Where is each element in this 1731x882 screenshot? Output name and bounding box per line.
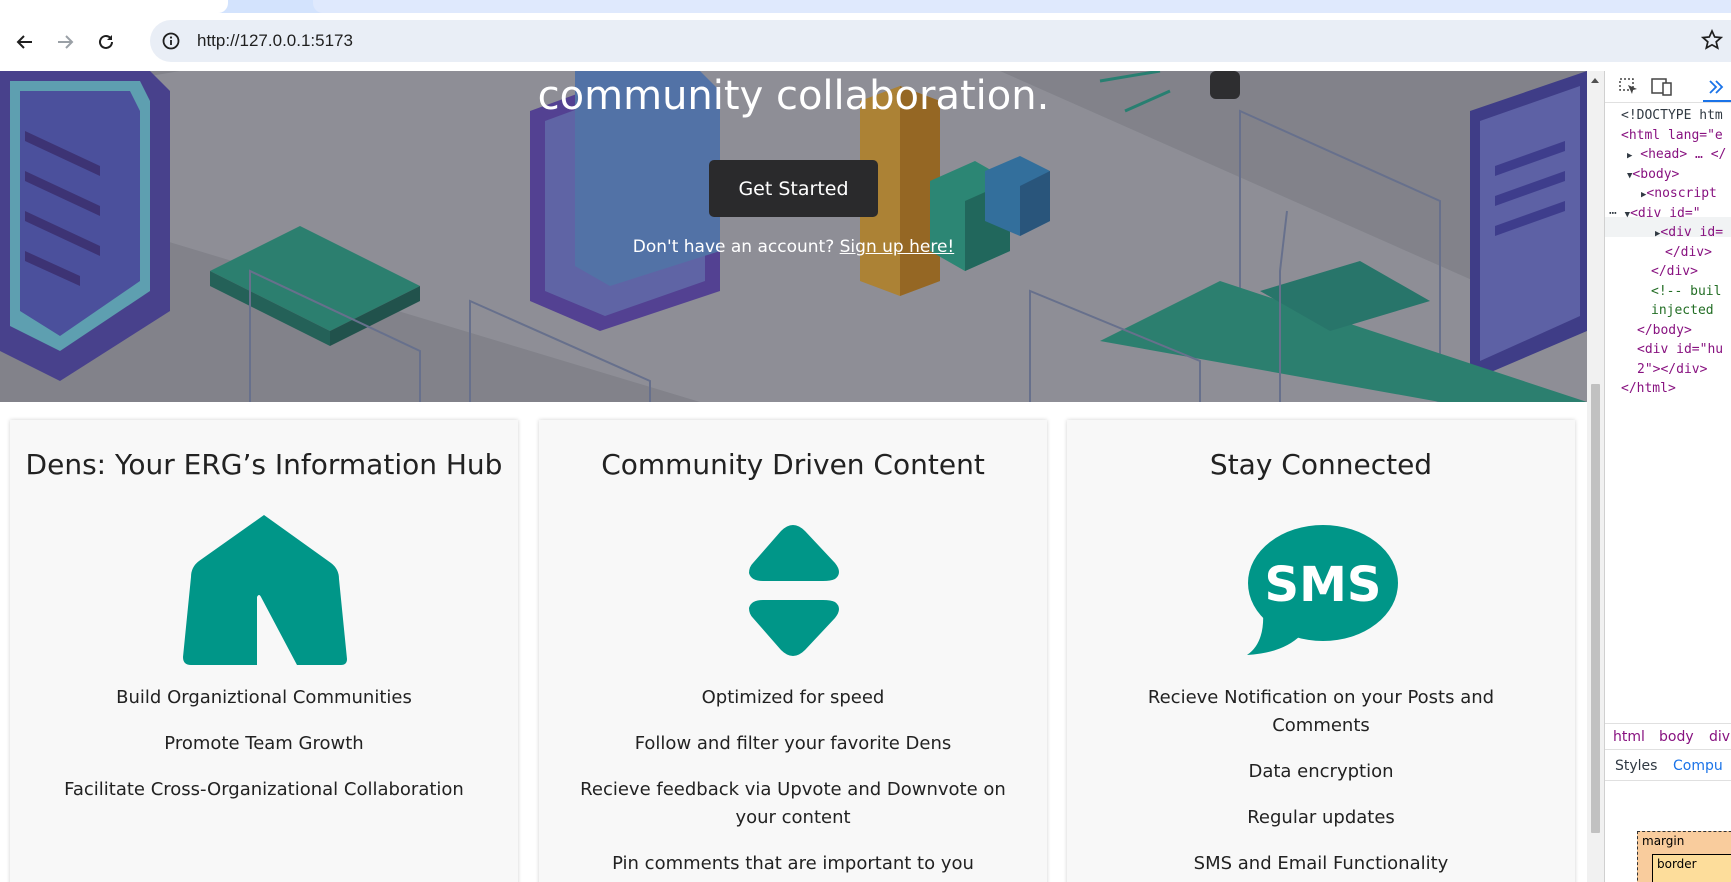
page-viewport: community collaboration. Get Started Don… <box>0 71 1587 882</box>
inspect-element-icon[interactable] <box>1619 78 1639 96</box>
reload-icon <box>99 34 113 49</box>
dom-node[interactable]: 2"></div> <box>1637 362 1707 377</box>
list-item: Follow and filter your favorite Dens <box>634 733 952 754</box>
url-text[interactable]: http://127.0.0.1:5173 <box>197 31 353 51</box>
list-item: Build Organiztional Communities <box>116 687 412 708</box>
sms-label: SMS <box>1265 557 1382 613</box>
card-feature-list: Optimized for speed Follow and filter yo… <box>539 684 1047 882</box>
scroll-up-arrow-icon[interactable] <box>1591 78 1599 83</box>
border-box: border <box>1652 854 1731 882</box>
box-model-diagram: margin border <box>1637 831 1731 882</box>
card-title: Dens: Your ERG’s Information Hub <box>25 448 503 481</box>
list-item: Regular updates <box>1247 807 1395 828</box>
reload-button[interactable] <box>93 29 119 55</box>
ellipsis-icon[interactable]: ⋯ <box>1609 206 1617 221</box>
card-feature-list: Build Organiztional Communities Promote … <box>10 684 518 822</box>
signup-prompt: Don't have an account? <box>632 237 835 257</box>
dom-node[interactable]: ▶<div id= <box>1655 225 1723 240</box>
expand-triangle-icon[interactable]: ▶ <box>1627 151 1632 161</box>
devtools-subtabs: Styles Compu <box>1605 751 1731 781</box>
dom-node[interactable]: <div id="hu <box>1637 342 1723 357</box>
page-scrollbar[interactable] <box>1587 71 1604 882</box>
signup-line: Don't have an account? Sign up here! <box>0 237 1587 257</box>
feature-cards: Dens: Your ERG’s Information Hub Build O… <box>0 420 1587 882</box>
dom-node[interactable]: </div> <box>1651 264 1698 279</box>
list-item: Facilitate Cross-Organizational Collabor… <box>64 779 464 800</box>
tab-strip <box>0 0 1731 13</box>
get-started-button[interactable]: Get Started <box>709 160 878 217</box>
sort-arrows-icon <box>749 524 839 656</box>
dom-node[interactable]: </div> <box>1665 245 1712 260</box>
list-item: Recieve feedback via Upvote and Downvote… <box>580 779 1006 828</box>
dom-node[interactable]: <!DOCTYPE htm <box>1621 108 1723 123</box>
arrow-left-icon <box>16 35 32 49</box>
device-toggle-icon[interactable] <box>1651 78 1673 96</box>
crumb-div[interactable]: div <box>1709 729 1730 745</box>
bookmark-star-icon[interactable] <box>1701 29 1723 51</box>
list-item: SMS and Email Functionality <box>1193 853 1449 874</box>
inactive-tab[interactable] <box>313 0 1731 13</box>
devtools-panel: <!DOCTYPE htm <html lang="e ▶ <head> … <… <box>1604 71 1731 882</box>
border-label: border <box>1657 857 1697 871</box>
crumb-html[interactable]: html <box>1613 729 1645 745</box>
tab-styles[interactable]: Styles <box>1615 758 1657 774</box>
list-item: Promote Team Growth <box>164 733 364 754</box>
devtools-toolbar <box>1605 71 1731 103</box>
list-item: Data encryption <box>1248 761 1394 782</box>
margin-label: margin <box>1642 834 1685 848</box>
dom-node[interactable]: ⋯ ▼<div id=" <box>1609 206 1701 221</box>
info-icon[interactable] <box>162 32 180 50</box>
list-item: Recieve Notification on your Posts and C… <box>1147 687 1495 736</box>
hero-section: community collaboration. Get Started Don… <box>0 71 1587 402</box>
dom-node[interactable]: <html lang="e <box>1621 128 1723 143</box>
active-tab-indicator <box>1703 100 1731 102</box>
dom-node[interactable]: ▼<body> <box>1627 167 1679 182</box>
list-item: Pin comments that are important to you <box>612 853 974 874</box>
browser-toolbar: http://127.0.0.1:5173 <box>0 13 1731 71</box>
feature-card-info-hub: Dens: Your ERG’s Information Hub Build O… <box>10 420 518 882</box>
address-bar[interactable]: http://127.0.0.1:5173 <box>150 20 1731 62</box>
forward-button[interactable] <box>52 29 78 55</box>
dom-node[interactable]: injected <box>1651 303 1714 318</box>
scrollbar-thumb[interactable] <box>1591 384 1600 833</box>
card-title: Community Driven Content <box>601 448 985 481</box>
card-title: Stay Connected <box>1209 448 1433 481</box>
tent-icon <box>183 514 347 665</box>
back-button[interactable] <box>12 29 38 55</box>
devtools-breadcrumb: html body div <box>1605 723 1731 750</box>
dom-node[interactable]: </html> <box>1621 381 1676 396</box>
hero-title: community collaboration. <box>537 73 1050 119</box>
arrow-right-icon <box>58 35 74 49</box>
signup-link[interactable]: Sign up here! <box>840 237 955 257</box>
dom-node[interactable]: </body> <box>1637 323 1692 338</box>
tab-computed[interactable]: Compu <box>1673 758 1723 774</box>
crumb-body[interactable]: body <box>1659 729 1694 745</box>
sms-bubble-icon: SMS <box>1247 524 1398 655</box>
list-item: Optimized for speed <box>701 687 885 708</box>
card-feature-list: Recieve Notification on your Posts and C… <box>1067 684 1575 882</box>
dom-node[interactable]: ▶ <head> … </ <box>1627 147 1726 162</box>
feature-card-community-content: Community Driven Content Optimized for s… <box>539 420 1047 882</box>
feature-card-stay-connected: Stay Connected SMS Recieve Notification … <box>1067 420 1575 882</box>
more-tabs-chevron-icon[interactable] <box>1707 78 1725 96</box>
dom-node[interactable]: ▶<noscript <box>1641 186 1717 201</box>
dom-node[interactable]: <!-- buil <box>1651 284 1721 299</box>
active-tab[interactable] <box>0 0 228 13</box>
